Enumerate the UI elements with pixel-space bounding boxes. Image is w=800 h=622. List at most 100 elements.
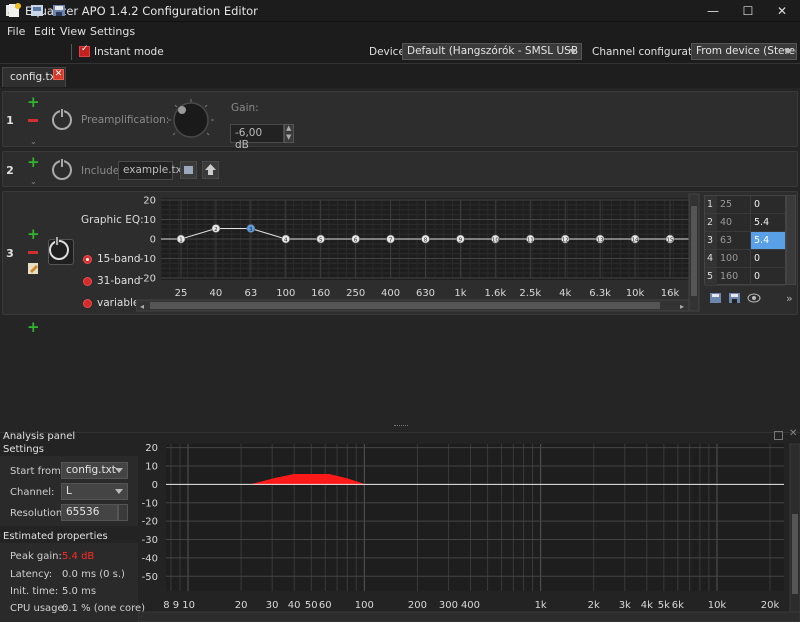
eq-point-label: 13 (597, 237, 604, 243)
resolution-input[interactable]: 65536 (61, 504, 118, 521)
gain-stepper[interactable]: ▲ ▼ (284, 124, 294, 143)
eq-point-label: 15 (667, 237, 674, 243)
more-chevron-icon[interactable]: » (786, 292, 793, 305)
menu-edit[interactable]: Edit (34, 25, 55, 38)
eq-point-label: 5 (319, 237, 323, 243)
gain-input[interactable]: -6,00 dB (230, 124, 284, 151)
eq-point-label: 4 (284, 237, 288, 243)
add-filter-above-icon[interactable]: + (27, 227, 40, 242)
import-icon[interactable] (709, 291, 722, 304)
panel-splitter[interactable] (394, 425, 408, 427)
table-cell-frequency[interactable]: 40 (717, 214, 751, 231)
eq-point-label: 14 (632, 237, 639, 243)
table-row[interactable]: 4 100 0 (705, 250, 785, 268)
menu-settings[interactable]: Settings (90, 25, 135, 38)
scroll-left-icon[interactable]: ◂ (140, 302, 144, 311)
row-number: 2 (6, 164, 14, 177)
table-row[interactable]: 5 160 0 (705, 268, 785, 286)
radio-15-band[interactable] (83, 255, 92, 264)
table-cell-frequency[interactable]: 160 (717, 268, 751, 285)
eq-point-label: 12 (562, 237, 569, 243)
menu-view[interactable]: View (60, 25, 86, 38)
power-toggle-button[interactable] (48, 239, 74, 265)
chevron-down-icon (115, 489, 123, 494)
device-select[interactable]: Default (Hangszórók - SMSL USB DAC) (402, 43, 582, 60)
peak-gain-value: 5.4 dB (62, 551, 95, 562)
table-row[interactable]: 3 63 5.4 (705, 232, 785, 250)
view-options-icon[interactable] (747, 291, 761, 304)
radio-variable[interactable] (83, 299, 92, 308)
eq-h-scroll-thumb[interactable] (150, 302, 660, 309)
table-scrollbar[interactable] (786, 195, 796, 285)
remove-filter-icon[interactable] (28, 119, 38, 122)
minimize-button[interactable]: — (698, 2, 728, 20)
channel-config-select[interactable]: From device (Stereo) (691, 43, 797, 60)
frequency-response-chart[interactable]: 20100-10-20-30-40-508 9 10 20 30 40 50 60 100 2… (138, 438, 800, 622)
add-filter-above-icon[interactable]: + (27, 155, 40, 170)
remove-filter-icon[interactable] (28, 251, 38, 254)
eq-point-label: 8 (424, 237, 428, 243)
start-from-select[interactable]: config.txt (61, 462, 128, 479)
eq-ytick-label: -20 (140, 274, 156, 285)
eq-xtick-label: 1k (454, 288, 466, 299)
table-row-index: 4 (705, 250, 717, 267)
new-file-icon[interactable] (7, 3, 21, 18)
analysis-xtick-label: 4k (641, 600, 653, 611)
cpu-usage-label: CPU usage: (10, 603, 68, 614)
analysis-xtick-label: 20k (761, 600, 780, 611)
table-cell-gain[interactable]: 0 (751, 196, 785, 213)
analysis-ytick-label: 0 (152, 480, 158, 491)
table-cell-frequency[interactable]: 25 (717, 196, 751, 213)
include-file-input[interactable]: example.txt (118, 161, 186, 180)
eq-point-label: 9 (459, 237, 463, 243)
add-filter-above-icon[interactable]: + (27, 95, 40, 110)
power-toggle-icon[interactable] (52, 158, 72, 180)
eq-xtick-label: 16k (661, 288, 680, 299)
browse-file-icon[interactable] (180, 161, 197, 179)
channel-select[interactable]: L (61, 483, 128, 500)
eq-xtick-label: 630 (416, 288, 435, 299)
collapse-chevron-icon[interactable]: ⌄ (30, 137, 37, 146)
table-cell-gain[interactable]: 5.4 (751, 214, 785, 231)
band-table: 1 25 0 2 40 5.4 3 63 5.4 4 100 0 5 160 0 (704, 195, 786, 286)
radio-31-band[interactable] (83, 277, 92, 286)
table-cell-gain[interactable]: 5.4 (751, 232, 785, 249)
table-cell-frequency[interactable]: 63 (717, 232, 751, 249)
add-filter-icon[interactable]: + (27, 320, 40, 335)
analysis-ytick-label: -20 (142, 517, 158, 528)
latency-value: 0.0 ms (0 s.) (62, 569, 125, 580)
menu-file[interactable]: File (7, 25, 25, 38)
table-cell-frequency[interactable]: 100 (717, 250, 751, 267)
graphic-eq-chart[interactable]: 20100-10-2012 34 5 6 7 8 9 10 11 12 13 14 1525 40 63 10… (136, 192, 700, 312)
include-label: Include: (81, 165, 123, 177)
instant-mode-checkbox[interactable]: ✓ (79, 44, 90, 57)
scroll-right-icon[interactable]: ▸ (680, 302, 684, 311)
analysis-xtick-label: 50 (305, 600, 318, 611)
save-file-icon[interactable] (52, 3, 66, 18)
eq-point-label: 10 (492, 237, 499, 243)
table-row[interactable]: 2 40 5.4 (705, 214, 785, 232)
tab-close-icon[interactable]: ✕ (53, 69, 64, 80)
analysis-v-scroll-thumb[interactable] (792, 514, 798, 594)
maximize-button[interactable]: ☐ (733, 2, 763, 20)
collapse-chevron-icon[interactable]: ⌄ (30, 177, 37, 186)
table-row[interactable]: 1 25 0 (705, 196, 785, 214)
export-icon[interactable] (728, 291, 741, 304)
edit-notes-icon[interactable] (27, 262, 40, 275)
gain-knob[interactable] (166, 97, 216, 143)
graphic-eq-label: Graphic EQ: (81, 214, 144, 226)
analysis-xtick-label: 6k (672, 600, 684, 611)
close-button[interactable]: ✕ (767, 2, 797, 20)
table-cell-gain[interactable]: 0 (751, 250, 785, 267)
eq-v-scroll-thumb[interactable] (691, 206, 697, 296)
power-toggle-icon[interactable] (52, 108, 72, 130)
analysis-h-scrollbar[interactable] (138, 611, 800, 622)
table-cell-gain[interactable]: 0 (751, 268, 785, 285)
resolution-stepper[interactable] (118, 504, 128, 521)
analysis-xtick-label: 300 (439, 600, 458, 611)
open-include-icon[interactable] (202, 161, 219, 179)
open-file-icon[interactable] (30, 3, 44, 18)
table-row-index: 1 (705, 196, 717, 213)
analysis-ytick-label: 20 (145, 443, 158, 454)
settings-title: Settings (3, 444, 45, 455)
